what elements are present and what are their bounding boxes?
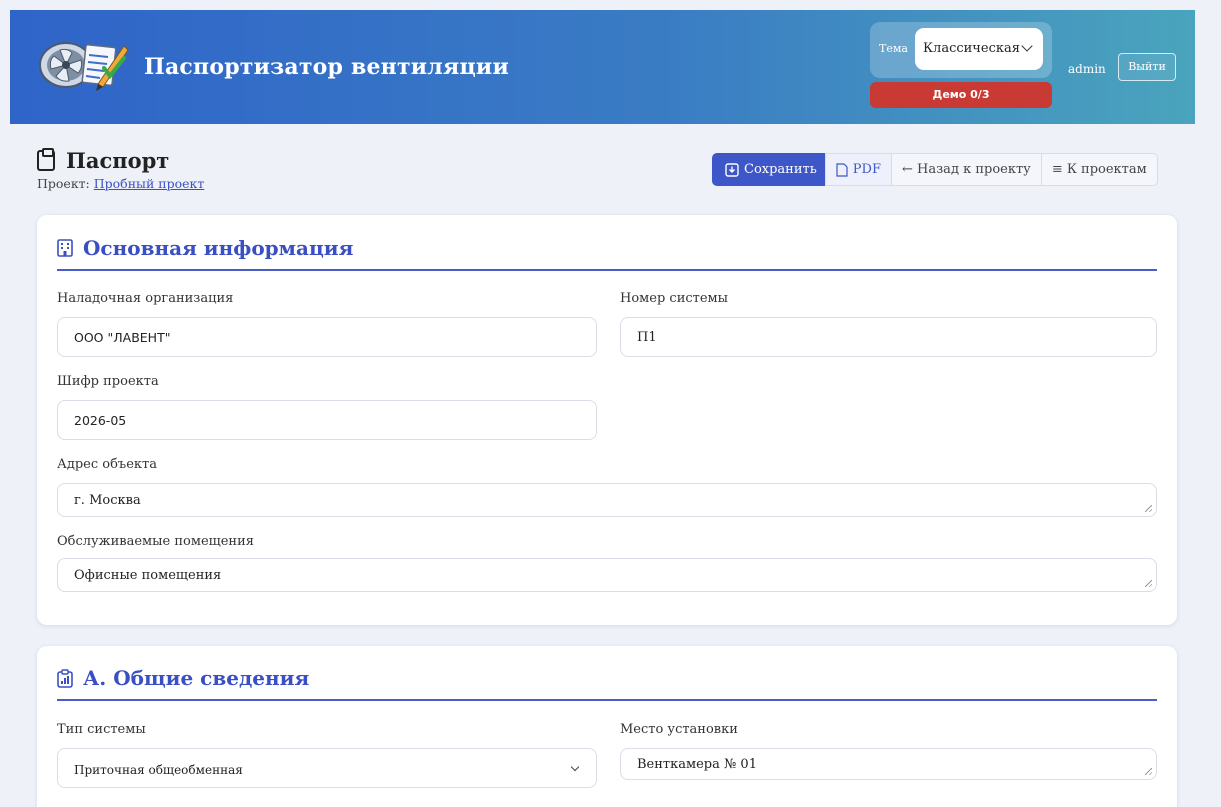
project-code-label: Шифр проекта — [57, 374, 159, 389]
general-info-title-text: А. Общие сведения — [83, 666, 310, 690]
save-icon — [725, 162, 739, 177]
pdf-label: PDF — [852, 162, 881, 177]
main-info-title: Основная информация — [57, 236, 353, 260]
demo-badge: Демо 0/3 — [870, 82, 1052, 108]
toolbar: Сохранить PDF ← Назад к проекту ≡ К прое… — [712, 153, 1158, 186]
page-title: Паспорт — [66, 148, 170, 173]
rooms-value: Офисные помещения — [74, 568, 222, 583]
rooms-label: Обслуживаемые помещения — [57, 534, 254, 549]
app-title: Паспортизатор вентиляции — [144, 54, 509, 80]
app-header: Паспортизатор вентиляции Тема Классическ… — [10, 10, 1195, 124]
main-info-card: Основная информация Наладочная организац… — [37, 215, 1177, 625]
location-value: Венткамера № 01 — [637, 757, 757, 772]
project-code-input[interactable]: 2026-05 — [57, 400, 597, 440]
resize-handle-icon[interactable] — [1145, 505, 1152, 512]
address-value: г. Москва — [74, 493, 141, 508]
chevron-down-icon — [570, 762, 580, 772]
project-prefix: Проект: — [37, 176, 94, 191]
logout-button[interactable]: Выйти — [1118, 53, 1176, 81]
app-logo-icon — [39, 42, 129, 91]
save-button[interactable]: Сохранить — [712, 153, 826, 186]
section-divider — [57, 699, 1157, 701]
resize-handle-icon[interactable] — [1145, 580, 1152, 587]
resize-handle-icon[interactable] — [1145, 768, 1152, 775]
project-line: Проект: Пробный проект — [37, 176, 204, 191]
theme-select[interactable]: Классическая — [915, 28, 1043, 70]
address-label: Адрес объекта — [57, 457, 157, 472]
document-icon — [836, 162, 848, 177]
project-link[interactable]: Пробный проект — [94, 176, 205, 191]
theme-select-value: Классическая — [923, 41, 1020, 56]
theme-label: Тема — [879, 42, 908, 55]
pdf-button[interactable]: PDF — [824, 153, 892, 186]
building-icon — [57, 239, 73, 257]
system-type-select[interactable]: Приточная общеобменная — [57, 748, 597, 788]
to-projects-button[interactable]: ≡ К проектам — [1040, 153, 1158, 186]
clipboard-chart-icon — [57, 668, 73, 688]
general-info-card: А. Общие сведения Тип системы Приточная … — [37, 646, 1177, 807]
org-input[interactable]: ООО "ЛАВЕНТ" — [57, 317, 597, 357]
location-label: Место установки — [620, 722, 738, 737]
section-divider — [57, 269, 1157, 271]
address-textarea[interactable]: г. Москва — [57, 483, 1157, 517]
location-textarea[interactable]: Венткамера № 01 — [620, 748, 1157, 780]
general-info-title: А. Общие сведения — [57, 666, 309, 690]
system-number-input[interactable]: П1 — [620, 317, 1157, 357]
system-type-value: Приточная общеобменная — [74, 763, 243, 777]
user-name: admin — [1068, 62, 1106, 76]
chevron-down-icon — [1021, 40, 1033, 52]
clipboard-icon — [37, 148, 55, 171]
save-label: Сохранить — [744, 162, 817, 177]
system-number-label: Номер системы — [620, 291, 728, 306]
theme-switcher: Тема Классическая — [870, 22, 1052, 78]
main-info-title-text: Основная информация — [83, 236, 354, 260]
rooms-textarea[interactable]: Офисные помещения — [57, 558, 1157, 592]
org-label: Наладочная организация — [57, 291, 234, 306]
back-to-project-button[interactable]: ← Назад к проекту — [890, 153, 1042, 186]
system-type-label: Тип системы — [57, 722, 146, 737]
